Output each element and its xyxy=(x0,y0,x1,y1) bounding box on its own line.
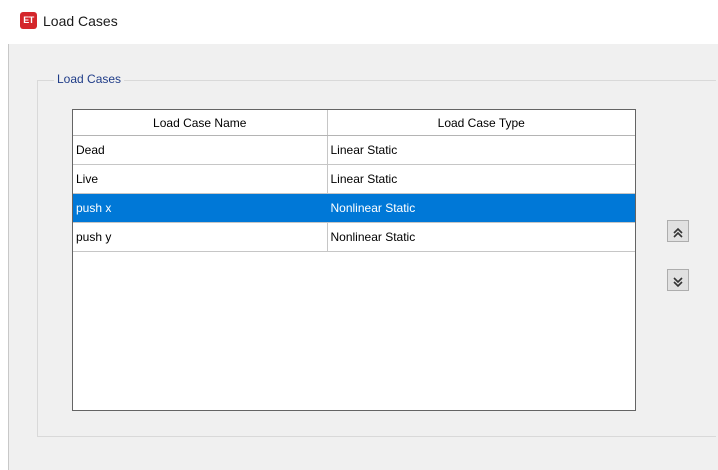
window-title: Load Cases xyxy=(43,13,118,29)
load-case-name-cell[interactable]: Live xyxy=(73,164,328,194)
table-row[interactable]: Live Linear Static xyxy=(73,164,635,194)
table-row[interactable]: push y Nonlinear Static xyxy=(73,222,635,252)
load-case-type-cell[interactable]: Linear Static xyxy=(327,164,635,194)
load-case-name-cell[interactable]: push y xyxy=(73,222,328,252)
load-case-name-cell[interactable]: Dead xyxy=(73,135,328,165)
column-header-load-case-name[interactable]: Load Case Name xyxy=(73,110,328,136)
table-header-row: Load Case Name Load Case Type xyxy=(73,110,635,136)
load-case-type-cell[interactable]: Linear Static xyxy=(327,135,635,165)
load-case-type-cell[interactable]: Nonlinear Static xyxy=(327,222,635,252)
column-header-load-case-type[interactable]: Load Case Type xyxy=(327,110,635,136)
table-row[interactable]: push x Nonlinear Static xyxy=(73,193,635,223)
title-bar: ET Load Cases xyxy=(0,0,718,44)
groupbox-label: Load Cases xyxy=(54,72,125,87)
etabs-app-icon: ET xyxy=(20,12,37,29)
double-chevron-down-icon xyxy=(673,277,683,288)
table-row[interactable]: Dead Linear Static xyxy=(73,135,635,165)
load-case-name-cell[interactable]: push x xyxy=(73,193,328,223)
load-cases-table[interactable]: Load Case Name Load Case Type Dead Linea… xyxy=(72,109,636,411)
double-chevron-up-icon xyxy=(673,227,683,238)
move-down-button[interactable] xyxy=(667,269,689,291)
load-case-type-cell[interactable]: Nonlinear Static xyxy=(327,193,635,223)
move-up-button[interactable] xyxy=(667,220,689,242)
